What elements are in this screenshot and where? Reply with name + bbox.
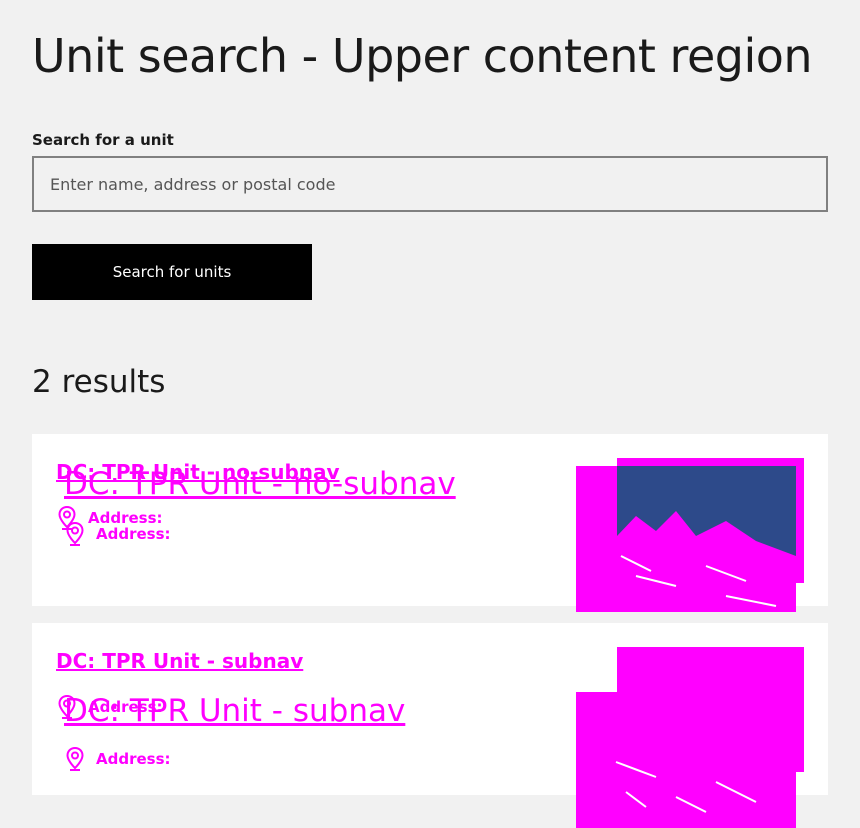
result-title-link[interactable]: DC: TPR Unit - subnav	[56, 649, 303, 673]
location-pin-icon	[66, 522, 84, 546]
result-title-link-duplicate[interactable]: DC: TPR Unit - subnav	[64, 693, 405, 729]
result-card: DC: TPR Unit - subnav Address: DC: TPR U…	[32, 623, 828, 828]
result-address-duplicate: Address:	[66, 747, 171, 771]
search-button[interactable]: Search for units	[32, 244, 312, 300]
result-card: DC: TPR Unit - no-subnav Address: DC: TP…	[32, 434, 828, 612]
address-label: Address:	[96, 525, 171, 543]
result-address-duplicate: Address:	[66, 522, 171, 546]
page-title: Unit search - Upper content region	[32, 29, 813, 83]
search-label: Search for a unit	[32, 131, 174, 149]
search-input[interactable]	[32, 156, 828, 212]
location-pin-icon	[66, 747, 84, 771]
unit-image-duplicate-photo	[617, 466, 796, 612]
results-count: 2 results	[32, 364, 166, 400]
unit-image-duplicate-photo	[615, 761, 757, 813]
address-label: Address:	[96, 750, 171, 768]
result-title-link-duplicate[interactable]: DC: TPR Unit - no-subnav	[64, 466, 456, 502]
unit-image-duplicate	[576, 692, 796, 828]
unit-image-duplicate	[576, 466, 796, 612]
